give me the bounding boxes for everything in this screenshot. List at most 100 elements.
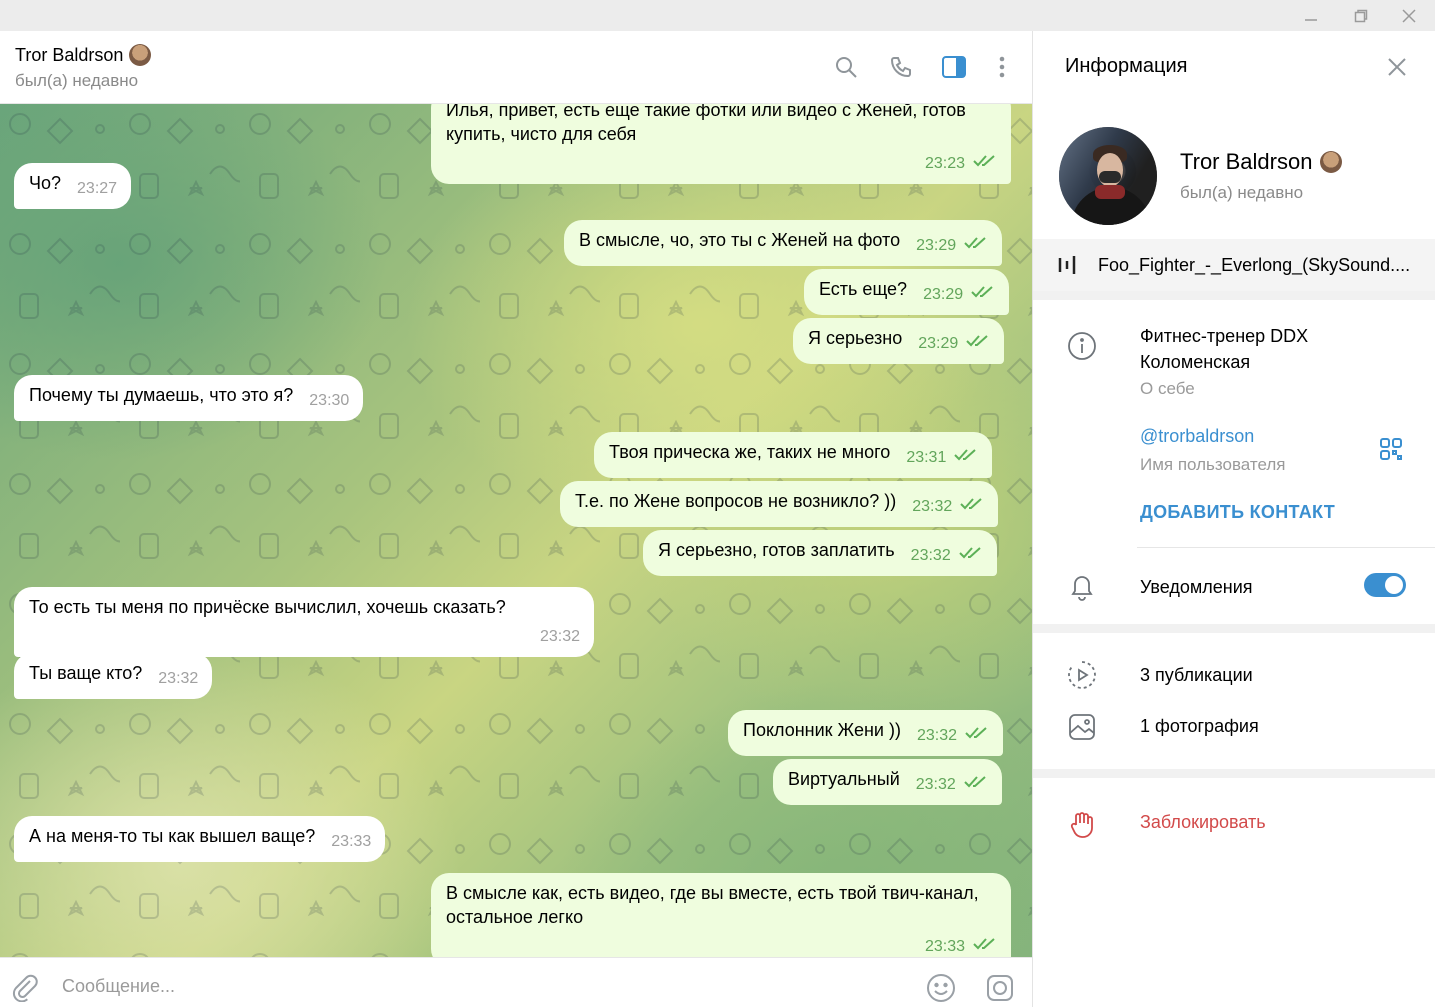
- profile-music[interactable]: Foo_Fighter_-_Everlong_(SkySound....: [1033, 239, 1435, 291]
- message-time: 23:23: [924, 155, 965, 172]
- message-time: 23:32: [912, 498, 953, 515]
- camera-icon: [987, 975, 1013, 1001]
- message-incoming[interactable]: Чо? 23:27: [14, 163, 132, 209]
- notifications-toggle[interactable]: [1364, 573, 1406, 597]
- message-text: А на меня-то ты как вышел ваще?: [29, 826, 316, 846]
- restore-icon: [1354, 9, 1368, 22]
- message-incoming[interactable]: Почему ты думаешь, что это я? 23:30: [14, 375, 364, 421]
- phone-icon: [890, 57, 911, 78]
- message-time: 23:32: [539, 628, 580, 645]
- message-text: Виртуальный: [788, 769, 900, 789]
- message-time: 23:33: [331, 833, 372, 850]
- message-text: Почему ты думаешь, что это я?: [29, 385, 294, 405]
- message-incoming[interactable]: То есть ты меня по причёске вычислил, хо…: [14, 587, 594, 657]
- window-titlebar: [0, 0, 1435, 31]
- message-text: Илья, привет, есть еще такие фотки или в…: [446, 104, 966, 144]
- message-outgoing[interactable]: В смысле, чо, это ты с Женей на фото 23:2…: [564, 220, 1003, 266]
- bio-label: О себе: [1140, 379, 1195, 398]
- message-outgoing[interactable]: Т.е. по Жене вопросов не возникло? )) 23:…: [560, 481, 999, 527]
- close-window-button[interactable]: [1386, 0, 1432, 31]
- profile-name-row: Tror Baldrson: [1180, 149, 1343, 175]
- close-icon: [1388, 58, 1406, 76]
- emoji-status-icon: [1320, 151, 1343, 173]
- emoji-icon: [927, 974, 955, 1002]
- read-checks-icon: [964, 771, 988, 788]
- photos-item[interactable]: 1 фотография: [1140, 716, 1259, 737]
- photo-icon: [1067, 712, 1097, 742]
- message-time: 23:27: [77, 180, 118, 197]
- minimize-button[interactable]: [1288, 0, 1334, 31]
- message-time: 23:32: [158, 670, 199, 687]
- close-info-button[interactable]: [1385, 55, 1409, 79]
- message-text: В смысле, чо, это ты с Женей на фото: [579, 230, 901, 250]
- minimize-icon: [1305, 18, 1317, 21]
- info-icon: [1067, 331, 1097, 361]
- chat-area[interactable]: Илья, привет, есть еще такие фотки или в…: [0, 104, 1032, 957]
- stories-icon: [1067, 660, 1097, 690]
- message-outgoing[interactable]: Поклонник Жени )) 23:32: [728, 710, 1003, 756]
- read-checks-icon: [966, 330, 990, 347]
- sidebar-toggle-icon: [942, 56, 966, 78]
- more-button[interactable]: [988, 53, 1016, 81]
- info-title: Информация: [1065, 55, 1188, 77]
- qr-code-button[interactable]: [1380, 438, 1402, 460]
- camera-button[interactable]: [984, 972, 1016, 1004]
- message-outgoing[interactable]: Есть еще? 23:29: [804, 269, 1010, 315]
- message-outgoing[interactable]: Я серьезно, готов заплатить 23:32: [643, 530, 997, 576]
- maximize-button[interactable]: [1338, 0, 1384, 31]
- block-user-button[interactable]: Заблокировать: [1140, 812, 1266, 833]
- message-outgoing[interactable]: Виртуальный 23:32: [773, 759, 1002, 805]
- message-input[interactable]: Сообщение...: [62, 976, 175, 997]
- message-incoming[interactable]: А на меня-то ты как вышел ваще? 23:33: [14, 816, 386, 862]
- close-icon: [1402, 8, 1416, 23]
- message-time: 23:32: [910, 547, 951, 564]
- message-text: В смысле как, есть видео, где вы вместе,…: [446, 883, 979, 927]
- read-checks-icon: [965, 722, 989, 739]
- message-outgoing[interactable]: Твоя прическа же, таких не много 23:31: [594, 432, 993, 478]
- music-title: Foo_Fighter_-_Everlong_(SkySound....: [1098, 255, 1411, 275]
- bio-text: Фитнес-тренер DDX Коломенская: [1140, 326, 1309, 372]
- emoji-button[interactable]: [925, 972, 957, 1004]
- message-text: Ты ваще кто?: [29, 663, 143, 683]
- search-icon: [836, 57, 857, 78]
- profile-avatar[interactable]: [1059, 127, 1157, 225]
- search-button[interactable]: [832, 53, 860, 81]
- read-checks-icon: [954, 444, 978, 461]
- read-checks-icon: [973, 933, 997, 950]
- message-time: 23:33: [924, 938, 965, 955]
- chat-header: Tror Baldrson был(а) недавно: [0, 31, 1032, 104]
- message-outgoing[interactable]: В смысле как, есть видео, где вы вместе,…: [431, 873, 1011, 957]
- sidebar-toggle-button[interactable]: [940, 53, 968, 81]
- message-composer: Сообщение...: [0, 957, 1032, 1007]
- audio-wave-icon: [1057, 255, 1077, 275]
- hand-block-icon: [1067, 809, 1097, 839]
- message-time: 23:29: [918, 335, 959, 352]
- message-text: Я серьезно, готов заплатить: [658, 540, 895, 560]
- publications-item[interactable]: 3 публикации: [1140, 665, 1253, 686]
- divider-line: [1137, 547, 1435, 548]
- add-contact-button[interactable]: ДОБАВИТЬ КОНТАКТ: [1140, 502, 1335, 523]
- username-link[interactable]: @trorbaldrson: [1140, 426, 1254, 447]
- message-incoming[interactable]: Ты ваще кто? 23:32: [14, 653, 213, 699]
- read-checks-icon: [971, 281, 995, 298]
- message-outgoing[interactable]: Я серьезно 23:29: [793, 318, 1005, 364]
- message-text: Поклонник Жени )): [743, 720, 901, 740]
- message-time: 23:30: [309, 392, 350, 409]
- section-separator: [1033, 624, 1435, 633]
- section-separator: [1033, 291, 1435, 300]
- message-text: Чо?: [29, 173, 62, 193]
- message-text: Твоя прическа же, таких не много: [609, 442, 891, 462]
- attach-icon: [12, 974, 38, 1003]
- read-checks-icon: [959, 542, 983, 559]
- peer-name: Tror Baldrson: [15, 44, 124, 65]
- peer-status: был(а) недавно: [15, 71, 139, 90]
- attach-button[interactable]: [10, 972, 42, 1004]
- read-checks-icon: [964, 232, 988, 249]
- peer-name-row[interactable]: Tror Baldrson: [15, 44, 152, 66]
- message-time: 23:29: [916, 237, 957, 254]
- emoji-status-icon: [129, 44, 152, 66]
- qr-code-icon: [1380, 438, 1402, 460]
- message-outgoing[interactable]: Илья, привет, есть еще такие фотки или в…: [431, 104, 1011, 184]
- call-button[interactable]: [887, 53, 915, 81]
- username-label: Имя пользователя: [1140, 455, 1286, 474]
